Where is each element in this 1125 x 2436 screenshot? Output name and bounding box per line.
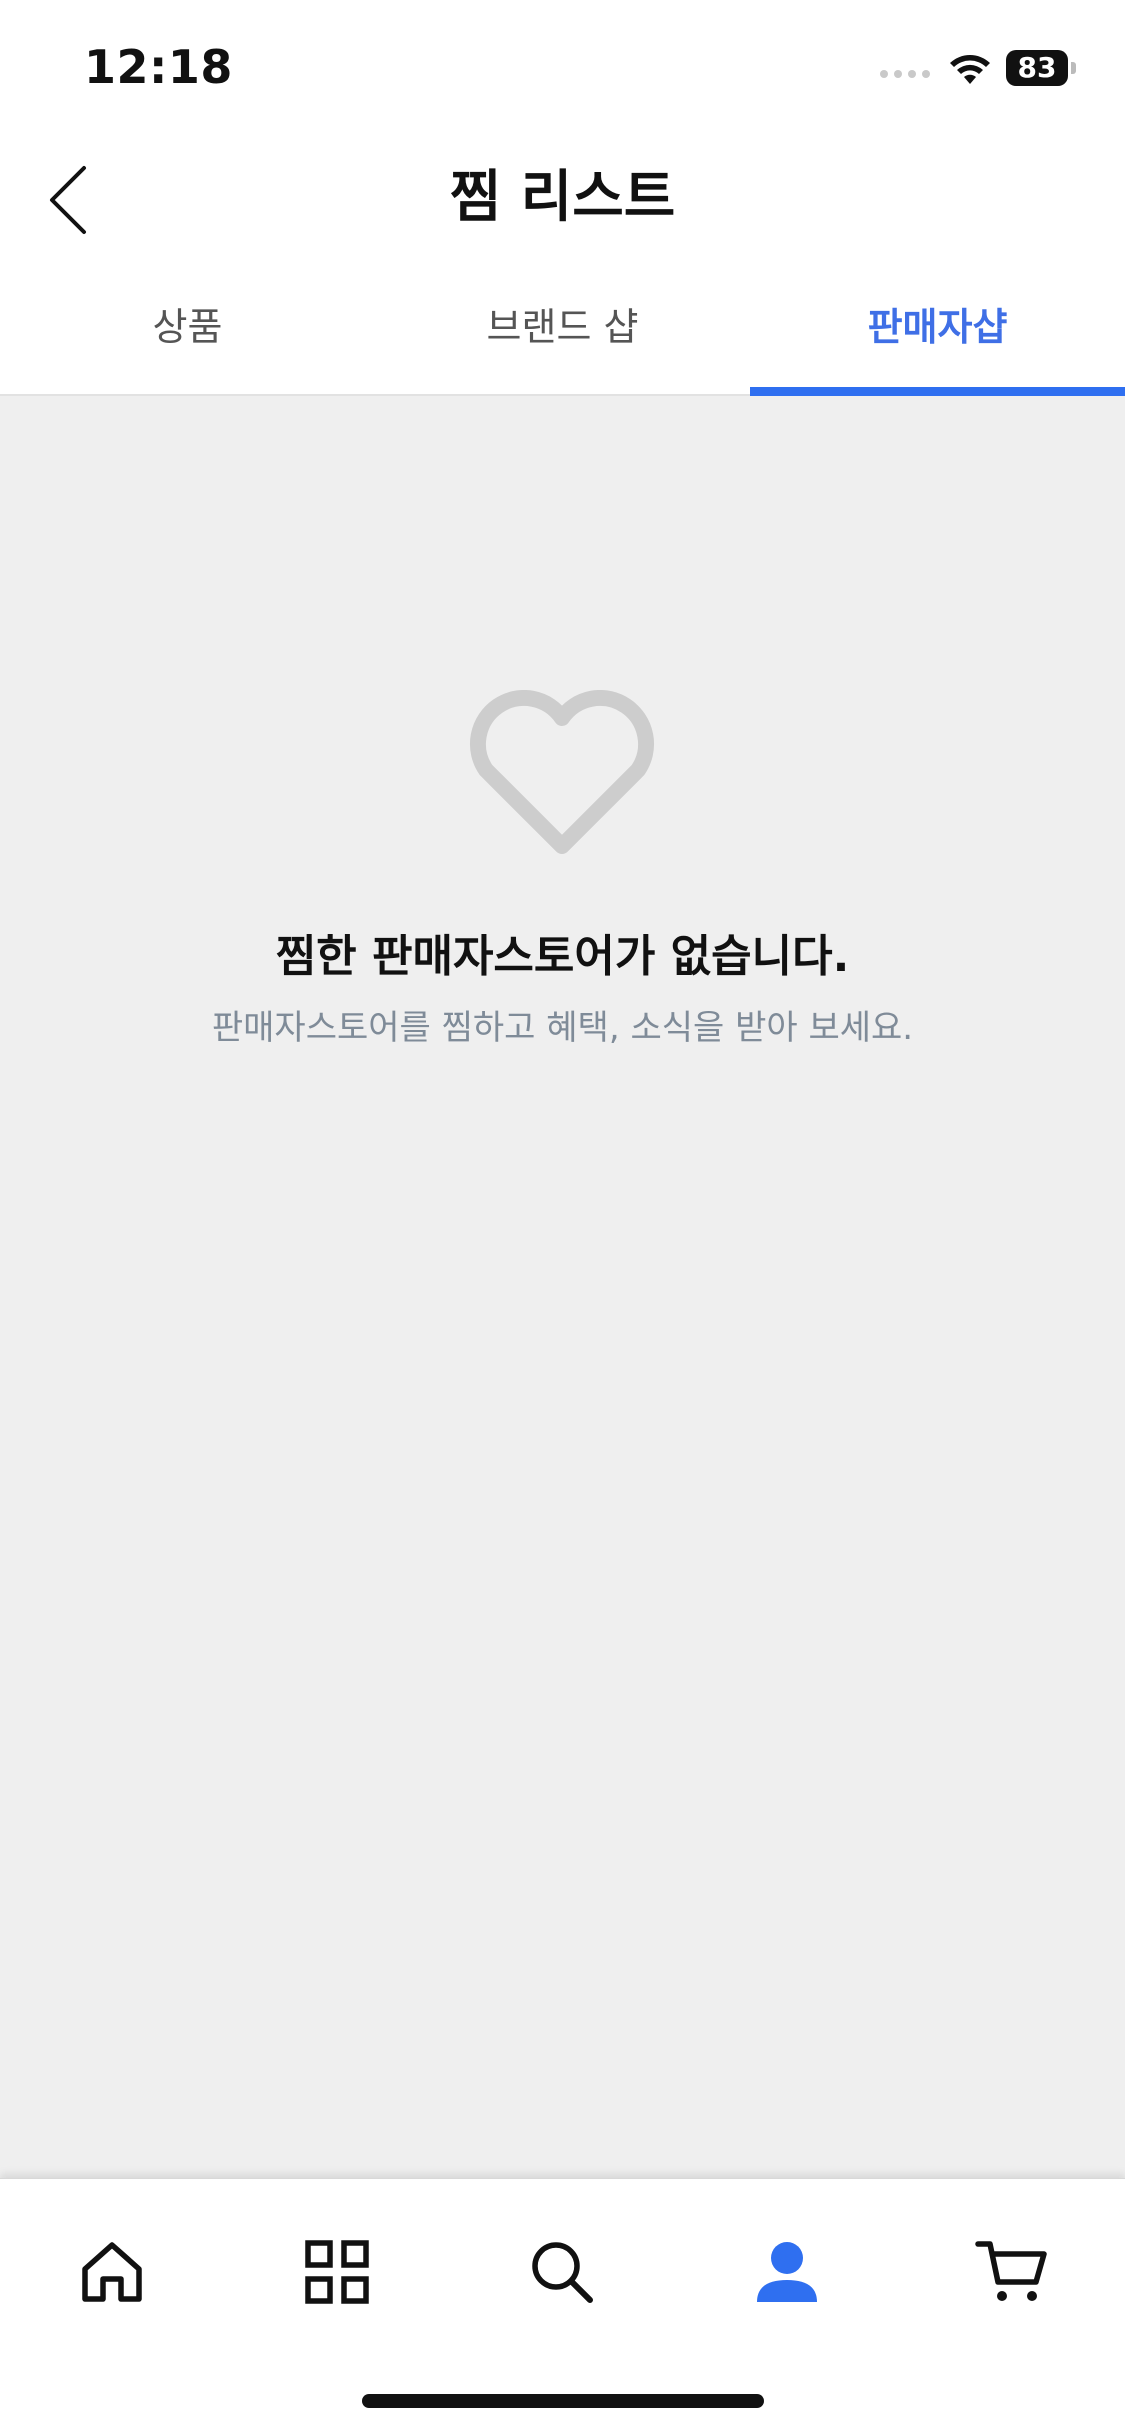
cellular-signal-icon [880, 70, 932, 84]
heart-outline-icon [469, 690, 655, 854]
nav-profile-button[interactable] [742, 2227, 832, 2317]
home-icon [82, 2242, 142, 2302]
nav-search-button[interactable] [517, 2227, 607, 2317]
status-bar: 12:18 83 [0, 0, 1125, 140]
nav-cart-button[interactable] [967, 2227, 1057, 2317]
nav-header: 찜 리스트 [0, 140, 1125, 258]
nav-category-button[interactable] [292, 2227, 382, 2317]
search-icon [532, 2242, 593, 2303]
tab-seller-shop[interactable]: 판매자샵 [750, 258, 1125, 396]
wifi-icon [950, 55, 990, 84]
empty-state-area: 찜한 판매자스토어가 없습니다. 판매자스토어를 찜하고 혜택, 소식을 받아 … [0, 396, 1125, 2178]
wishlist-tabs: 상품 브랜드 샵 판매자샵 [0, 258, 1125, 396]
battery-level: 83 [1006, 50, 1068, 86]
page-title: 찜 리스트 [449, 165, 676, 230]
battery-icon: 83 [1006, 50, 1076, 86]
tab-products[interactable]: 상품 [0, 258, 375, 394]
tab-brand-shop[interactable]: 브랜드 샵 [375, 258, 750, 394]
empty-state-subtitle: 판매자스토어를 찜하고 혜택, 소식을 받아 보세요. [211, 1008, 914, 1048]
category-grid-icon [305, 2240, 369, 2304]
profile-icon [757, 2242, 817, 2302]
empty-state-title: 찜한 판매자스토어가 없습니다. [275, 931, 850, 982]
cart-icon [975, 2241, 1047, 2301]
home-indicator[interactable] [362, 2394, 764, 2408]
nav-home-button[interactable] [67, 2227, 157, 2317]
status-time: 12:18 [84, 40, 233, 94]
